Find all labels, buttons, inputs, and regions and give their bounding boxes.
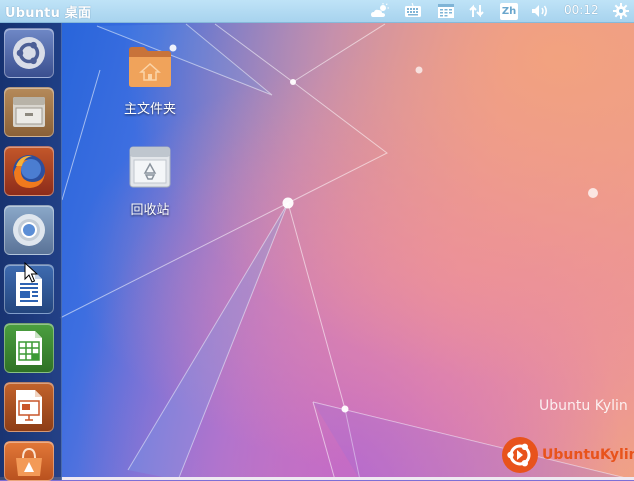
settings-gear-icon[interactable] — [610, 2, 632, 20]
panel-title[interactable]: Ubuntu 桌面 — [5, 2, 91, 21]
home-folder-icon — [129, 47, 171, 87]
ubuntu-kylin-logo-icon — [502, 437, 538, 473]
top-panel: Ubuntu 桌面 Zh 00:12 — [0, 0, 634, 23]
clock[interactable]: 00:12 — [564, 3, 599, 17]
chromium-icon — [13, 214, 45, 246]
launcher-software-center[interactable] — [4, 441, 54, 481]
launcher-files[interactable] — [4, 87, 54, 137]
file-cabinet-icon — [13, 97, 45, 127]
firefox-icon — [13, 155, 45, 188]
input-method-label: Zh — [500, 2, 518, 20]
launcher-firefox[interactable] — [4, 146, 54, 196]
launcher-dash-home[interactable] — [4, 28, 54, 78]
ubuntu-kylin-logo: UbuntuKylin — [501, 436, 634, 474]
ubuntu-logo-icon — [13, 37, 45, 69]
desktop-icon-label: 回收站 — [130, 203, 170, 218]
launcher-chromium[interactable] — [4, 205, 54, 255]
keyboard-icon[interactable] — [401, 2, 425, 20]
desktop-icon-label: 主文件夹 — [123, 102, 176, 117]
volume-icon[interactable] — [528, 2, 552, 20]
input-method-icon[interactable]: Zh — [498, 2, 520, 20]
weather-icon[interactable] — [368, 2, 394, 20]
calendar-icon[interactable] — [434, 2, 458, 20]
launcher-calc[interactable] — [4, 323, 54, 373]
mouse-cursor-icon — [24, 262, 38, 283]
ubuntu-kylin-logo-text: UbuntuKylin — [542, 447, 634, 463]
calc-spreadsheet-icon — [16, 331, 42, 365]
launcher-impress[interactable] — [4, 382, 54, 432]
desktop-icon-home-folder[interactable]: 主文件夹 — [105, 42, 195, 117]
shopping-bag-icon — [16, 447, 42, 476]
wallpaper-watermark: Ubuntu Kylin — [539, 398, 628, 414]
launcher — [0, 23, 62, 481]
trash-icon — [129, 146, 171, 188]
network-icon[interactable] — [466, 2, 488, 20]
impress-presentation-icon — [16, 390, 42, 424]
desktop-icon-trash[interactable]: 回收站 — [105, 143, 195, 218]
